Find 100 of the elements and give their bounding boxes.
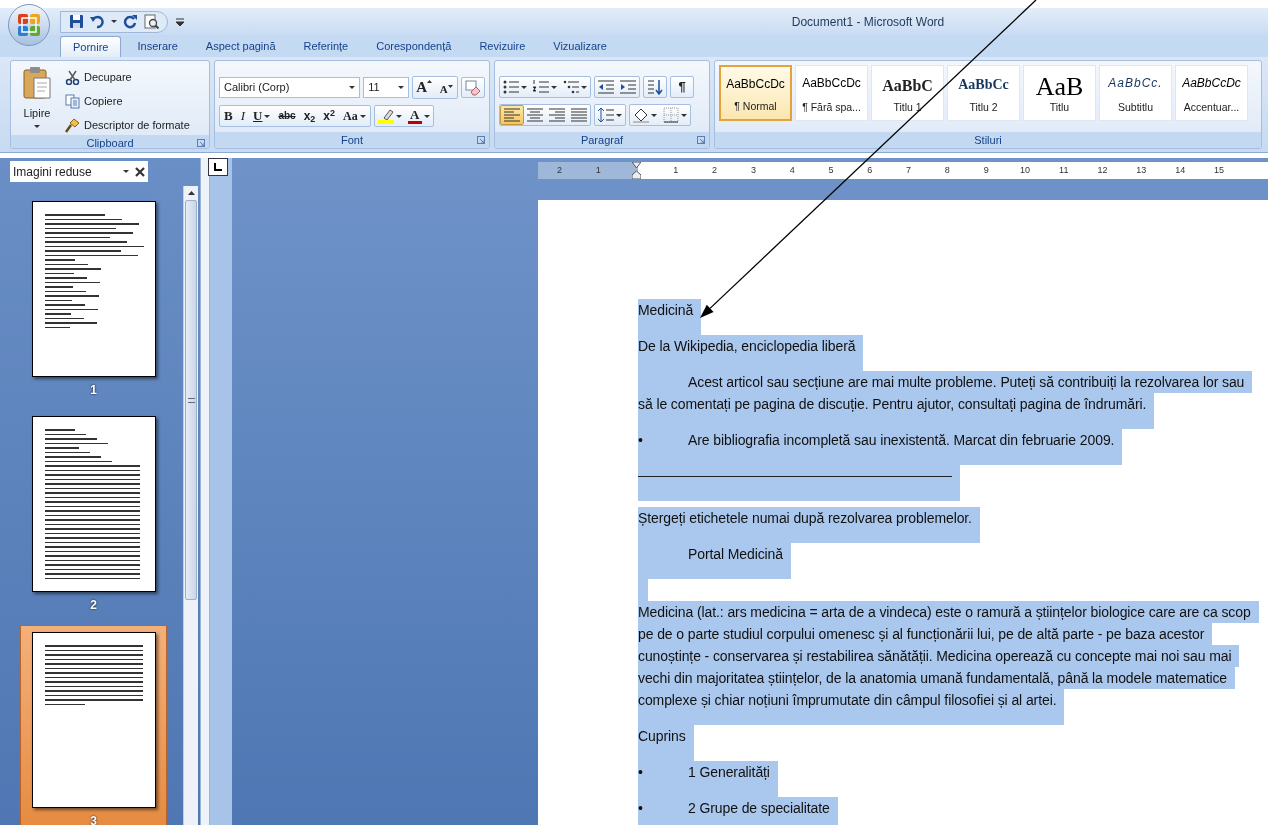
- caret-icon[interactable]: [264, 114, 271, 118]
- bold-button[interactable]: B: [220, 106, 237, 126]
- strike-button[interactable]: abc: [274, 106, 300, 126]
- decrease-indent-icon: [598, 79, 614, 95]
- borders-button[interactable]: [660, 105, 690, 125]
- caret-icon[interactable]: [395, 114, 402, 118]
- style-tile[interactable]: AaBbCcDc ¶ Fără spa...: [795, 65, 868, 121]
- ribbon-tab[interactable]: Inserare: [125, 36, 190, 57]
- align-right-button[interactable]: [546, 105, 568, 125]
- text-line: Portal Medicină: [688, 546, 783, 562]
- grow-font-button[interactable]: A: [413, 77, 436, 98]
- bullet: •: [638, 764, 643, 780]
- ruler-number: 1: [673, 163, 679, 177]
- office-logo-icon: [17, 13, 41, 37]
- caret-icon[interactable]: [423, 114, 430, 118]
- text-line: Acest articol sau secțiune are mai multe probleme. Puteți să contribuiți la rezolvarea lor sau: [688, 374, 1245, 390]
- caret-icon[interactable]: [551, 85, 557, 89]
- ruler-number: 11: [1059, 163, 1069, 177]
- caret-icon[interactable]: [681, 113, 687, 117]
- dialog-launcher-icon[interactable]: [697, 136, 705, 144]
- ruler-number: 1: [595, 163, 601, 177]
- tab-selector[interactable]: [208, 158, 228, 176]
- redo-icon[interactable]: [123, 14, 138, 29]
- caret-icon[interactable]: [581, 85, 587, 89]
- caret-icon[interactable]: [521, 85, 527, 89]
- caret-icon[interactable]: [651, 113, 657, 117]
- borders-icon: [663, 107, 679, 123]
- cut-button[interactable]: Decupare: [63, 67, 192, 87]
- ruler-number: 3: [750, 163, 756, 177]
- copy-button[interactable]: Copiere: [63, 91, 192, 111]
- scroll-thumb[interactable]: [185, 200, 197, 600]
- ribbon-tab[interactable]: Corespondență: [364, 36, 464, 57]
- ribbon-tab[interactable]: Aspect pagină: [193, 36, 288, 57]
- increase-indent-button[interactable]: [617, 77, 639, 97]
- customize-caret-icon[interactable]: [176, 17, 184, 26]
- ribbon-tab[interactable]: Revizuire: [467, 36, 538, 57]
- paste-button[interactable]: Lipire: [15, 64, 59, 135]
- underline-button[interactable]: U: [249, 106, 275, 126]
- case-button[interactable]: Aa: [339, 106, 370, 126]
- show-marks-button[interactable]: ¶: [670, 76, 694, 98]
- save-icon[interactable]: [69, 14, 84, 29]
- multilevel-list-icon: [563, 79, 579, 95]
- caret-icon[interactable]: [359, 114, 366, 118]
- group-label: Font: [341, 132, 363, 148]
- ruler-number: 2: [556, 163, 562, 177]
- scroll-up-icon[interactable]: [187, 191, 195, 195]
- align-center-button[interactable]: [524, 105, 546, 125]
- clear-formatting-button[interactable]: [461, 77, 485, 98]
- close-icon[interactable]: [135, 166, 145, 177]
- ribbon-tab[interactable]: Vizualizare: [541, 36, 619, 57]
- style-tile[interactable]: AaBbC Titlu 1: [871, 65, 944, 121]
- style-tile[interactable]: AaB Titlu: [1023, 65, 1096, 121]
- text-line: Medicină: [638, 302, 694, 318]
- painter-button[interactable]: Descriptor de formate: [63, 115, 192, 135]
- pane-title: Imagini reduse: [13, 163, 92, 181]
- ruler-number: 10: [1019, 163, 1030, 177]
- line-spacing-button[interactable]: [594, 104, 626, 126]
- undo-icon[interactable]: [90, 14, 105, 29]
- text-line: vechi din majoritatea științelor, de la anatomia umană fundamentală, până la modele matematice: [638, 670, 1228, 686]
- ruler-number: 12: [1097, 163, 1108, 177]
- align-left-button[interactable]: [500, 105, 524, 125]
- text-line: pe de o parte studiul corpului omenesc și al funcționării lui, pe de altă parte - pe baza acestor: [638, 626, 1205, 642]
- caret-icon[interactable]: [398, 86, 405, 89]
- text-line: cunoștințe - conservarea și restabilirea sănătății. Medicina operează cu concepte mai noi sau mai: [638, 648, 1232, 664]
- decrease-indent-button[interactable]: [595, 77, 617, 97]
- text-line: 2 Grupe de specialitate: [688, 800, 830, 816]
- caret-icon[interactable]: [34, 124, 40, 128]
- page-number: 1: [90, 382, 97, 399]
- style-tile[interactable]: AaBbCc Titlu 2: [947, 65, 1020, 121]
- align-justify-icon: [571, 107, 587, 123]
- sub-button[interactable]: x$_{2}$: [299, 106, 320, 126]
- font-name-field[interactable]: Calibri (Corp): [219, 77, 361, 98]
- italic-button[interactable]: I: [236, 106, 249, 126]
- ruler-number: 5: [828, 163, 834, 177]
- align-left-icon: [504, 107, 520, 123]
- style-tile[interactable]: AaBbCcDc ¶ Normal: [719, 65, 792, 121]
- window-title: Document1 - Microsoft Word: [791, 13, 945, 31]
- indent-marker-icon[interactable]: [632, 162, 642, 179]
- style-tile[interactable]: AaBbCc. Subtitlu: [1099, 65, 1172, 121]
- ribbon-tab[interactable]: Pornire: [60, 36, 122, 57]
- shrink-font-button[interactable]: A: [435, 77, 458, 98]
- print-preview-icon[interactable]: [144, 14, 159, 29]
- scrollbar[interactable]: [183, 186, 198, 825]
- dialog-launcher-icon[interactable]: [477, 136, 485, 144]
- cut-icon: [65, 69, 80, 85]
- caret-icon[interactable]: [349, 86, 356, 89]
- style-tile[interactable]: AaBbCcDc Accentuar...: [1175, 65, 1248, 121]
- caret-icon[interactable]: [616, 113, 622, 117]
- dropdown-caret-icon[interactable]: [123, 170, 129, 173]
- ribbon-tab[interactable]: Referințe: [291, 36, 361, 57]
- sup-button[interactable]: x$^{2}$: [319, 106, 340, 126]
- ruler-number: 14: [1175, 163, 1186, 177]
- align-justify-button[interactable]: [568, 105, 590, 125]
- font-color-button[interactable]: A: [404, 106, 433, 126]
- ruler-number: 4: [789, 163, 795, 177]
- font-size-field[interactable]: 11: [363, 77, 410, 98]
- sort-button[interactable]: [643, 76, 667, 98]
- dialog-launcher-icon[interactable]: [197, 139, 205, 147]
- group-label: Paragraf: [580, 132, 624, 148]
- caret-icon[interactable]: [111, 20, 117, 23]
